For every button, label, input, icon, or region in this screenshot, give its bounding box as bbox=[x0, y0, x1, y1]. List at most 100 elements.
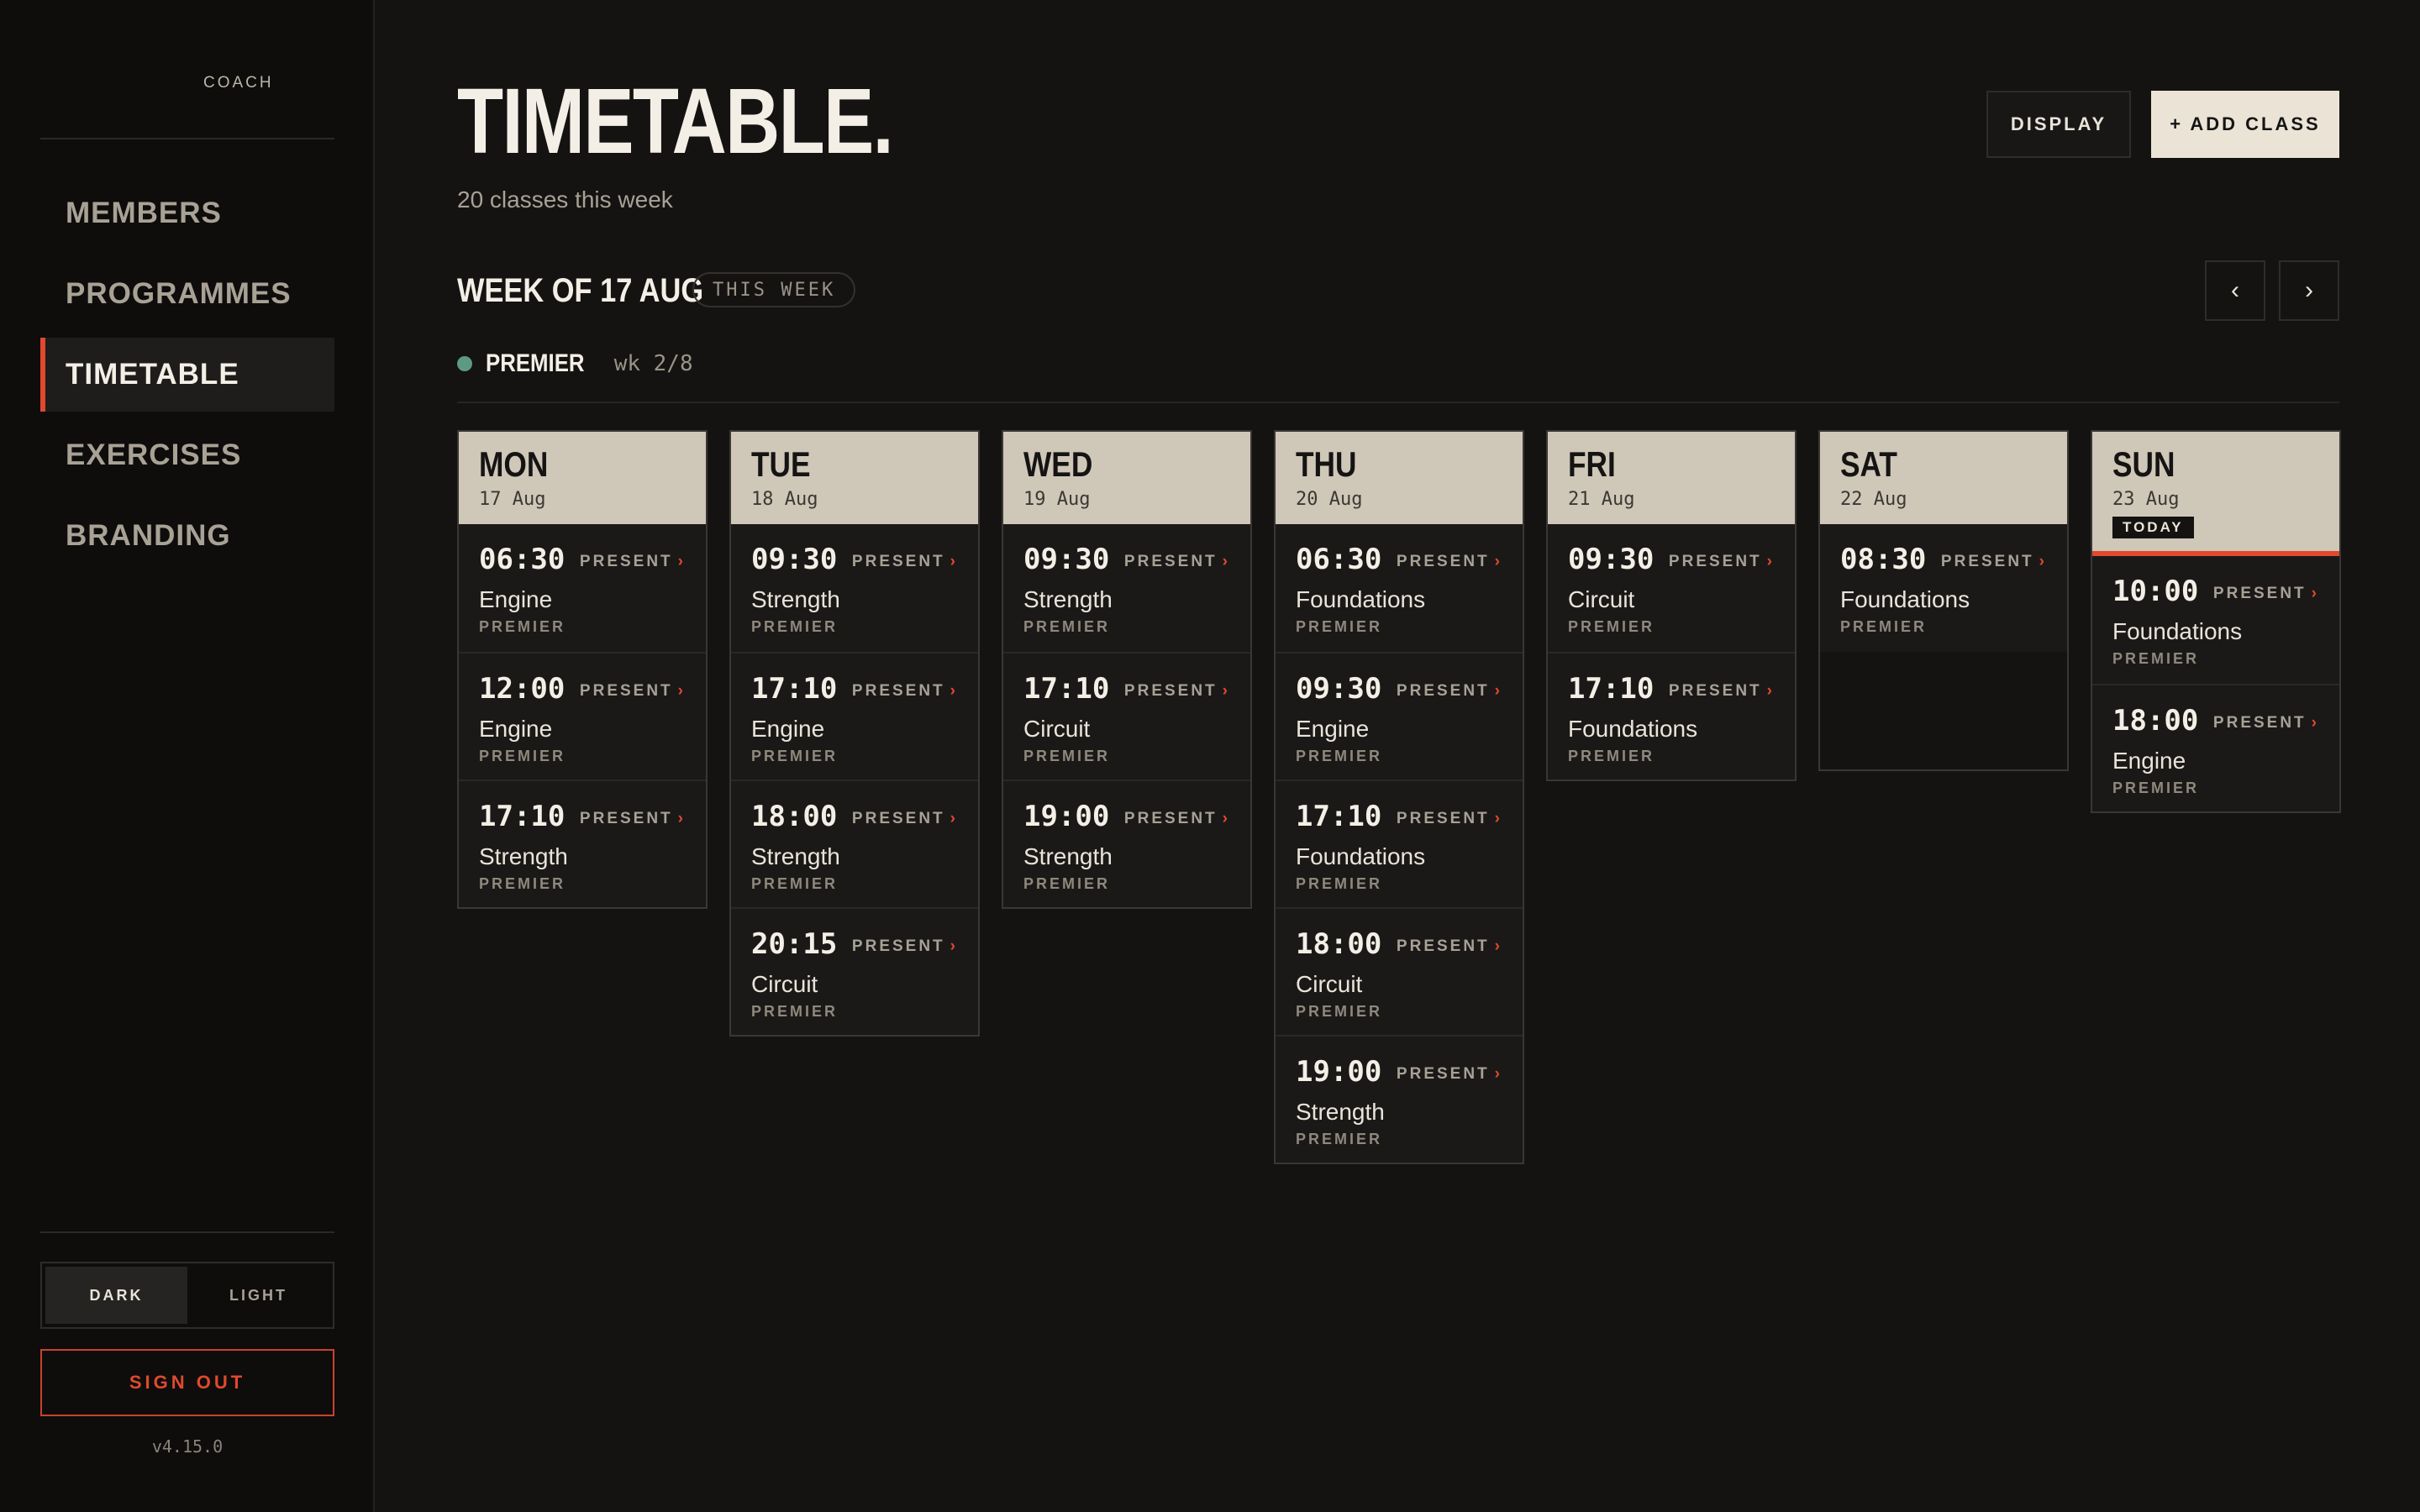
class-programme: PREMIER bbox=[1023, 618, 1111, 635]
present-label: PRESENT bbox=[1123, 682, 1218, 700]
present-link[interactable]: PRESENT › bbox=[580, 682, 686, 701]
present-label: PRESENT bbox=[1396, 1065, 1490, 1083]
class-list: 09:30 PRESENT › Strength PREMIER 17:10 PRESENT… bbox=[731, 524, 978, 1035]
class-list: 09:30 PRESENT › Strength PREMIER 17:10 PRESENT… bbox=[1003, 524, 1250, 907]
class-card[interactable]: 06:30 PRESENT › Engine PREMIER bbox=[459, 524, 706, 652]
present-link[interactable]: PRESENT › bbox=[1669, 682, 1775, 701]
class-card[interactable]: 18:00 PRESENT › Engine PREMIER bbox=[2092, 684, 2339, 811]
class-card[interactable]: 18:00 PRESENT › Circuit PREMIER bbox=[1276, 907, 1523, 1035]
day-column-sat: SAT 22 Aug 08:30 PRESENT › Foundations PREMIER bbox=[1818, 430, 2069, 771]
day-name: MON bbox=[479, 444, 549, 484]
class-card[interactable]: 20:15 PRESENT › Circuit PREMIER bbox=[731, 907, 978, 1035]
day-date: 17 Aug bbox=[479, 489, 546, 510]
class-name: Strength bbox=[751, 843, 840, 869]
empty-slot bbox=[1820, 652, 2067, 769]
present-link[interactable]: PRESENT › bbox=[1669, 553, 1775, 571]
present-link[interactable]: PRESENT › bbox=[2213, 585, 2319, 603]
class-programme: PREMIER bbox=[2112, 780, 2200, 796]
chevron-right-icon: › bbox=[1222, 553, 1230, 570]
class-card[interactable]: 17:10 PRESENT › Circuit PREMIER bbox=[1003, 652, 1250, 780]
class-programme: PREMIER bbox=[1023, 748, 1111, 764]
class-card[interactable]: 06:30 PRESENT › Foundations PREMIER bbox=[1276, 524, 1523, 652]
next-week-button[interactable]: › bbox=[2279, 260, 2339, 321]
day-column-fri: FRI 21 Aug 09:30 PRESENT › Circuit PREMIER 17:1… bbox=[1546, 430, 1797, 781]
present-label: PRESENT bbox=[851, 682, 945, 700]
class-card[interactable]: 19:00 PRESENT › Strength PREMIER bbox=[1276, 1035, 1523, 1163]
day-date: 20 Aug bbox=[1296, 489, 1363, 510]
class-card[interactable]: 17:10 PRESENT › Engine PREMIER bbox=[731, 652, 978, 780]
present-link[interactable]: PRESENT › bbox=[1397, 810, 1502, 828]
day-name: THU bbox=[1296, 444, 1357, 484]
week-label: WEEK OF 17 AUG bbox=[457, 272, 704, 309]
class-name: Circuit bbox=[1568, 586, 1635, 612]
class-card[interactable]: 09:30 PRESENT › Engine PREMIER bbox=[1276, 652, 1523, 780]
programme-week: wk 2/8 bbox=[613, 351, 693, 376]
day-date: 23 Aug bbox=[2112, 489, 2180, 510]
theme-light-option[interactable]: LIGHT bbox=[187, 1267, 329, 1324]
present-link[interactable]: PRESENT › bbox=[852, 682, 958, 701]
day-name: SUN bbox=[2112, 444, 2175, 484]
chevron-right-icon: › bbox=[950, 553, 958, 570]
chevron-right-icon: › bbox=[1766, 682, 1775, 700]
present-link[interactable]: PRESENT › bbox=[1124, 682, 1230, 701]
sidebar-item-programmes[interactable]: PROGRAMMES bbox=[40, 257, 334, 331]
display-button[interactable]: DISPLAY bbox=[1986, 91, 2131, 158]
class-card[interactable]: 17:10 PRESENT › Foundations PREMIER bbox=[1276, 780, 1523, 907]
class-card[interactable]: 10:00 PRESENT › Foundations PREMIER bbox=[2092, 556, 2339, 684]
theme-dark-option[interactable]: DARK bbox=[45, 1267, 187, 1324]
sidebar-item-exercises[interactable]: EXERCISES bbox=[40, 418, 334, 492]
class-name: Strength bbox=[1296, 1099, 1385, 1125]
sidebar-item-timetable[interactable]: TIMETABLE bbox=[40, 338, 334, 412]
present-link[interactable]: PRESENT › bbox=[2213, 714, 2319, 732]
day-name: SAT bbox=[1840, 444, 1897, 484]
add-class-button[interactable]: + ADD CLASS bbox=[2151, 91, 2339, 158]
present-link[interactable]: PRESENT › bbox=[1397, 937, 1502, 956]
sidebar-item-members[interactable]: MEMBERS bbox=[40, 176, 334, 250]
brand-label: COACH bbox=[203, 74, 274, 92]
present-link[interactable]: PRESENT › bbox=[852, 553, 958, 571]
class-list: 10:00 PRESENT › Foundations PREMIER 18:00 PRES… bbox=[2092, 556, 2339, 811]
class-name: Foundations bbox=[1840, 586, 1970, 612]
sign-out-button[interactable]: SIGN OUT bbox=[40, 1349, 334, 1416]
divider bbox=[457, 402, 2339, 403]
day-date: 21 Aug bbox=[1568, 489, 1635, 510]
chevron-left-icon: ‹ bbox=[2231, 276, 2239, 304]
present-link[interactable]: PRESENT › bbox=[852, 810, 958, 828]
day-name: FRI bbox=[1568, 444, 1616, 484]
class-card[interactable]: 09:30 PRESENT › Strength PREMIER bbox=[731, 524, 978, 652]
present-link[interactable]: PRESENT › bbox=[580, 553, 686, 571]
class-card[interactable]: 08:30 PRESENT › Foundations PREMIER bbox=[1820, 524, 2067, 652]
class-card[interactable]: 09:30 PRESENT › Strength PREMIER bbox=[1003, 524, 1250, 652]
present-link[interactable]: PRESENT › bbox=[1124, 553, 1230, 571]
class-card[interactable]: 09:30 PRESENT › Circuit PREMIER bbox=[1548, 524, 1795, 652]
present-link[interactable]: PRESENT › bbox=[1124, 810, 1230, 828]
day-header: SUN 23 Aug TODAY bbox=[2092, 432, 2339, 556]
present-link[interactable]: PRESENT › bbox=[580, 810, 686, 828]
day-header: MON 17 Aug bbox=[459, 432, 706, 524]
present-link[interactable]: PRESENT › bbox=[1941, 553, 2047, 571]
present-link[interactable]: PRESENT › bbox=[1397, 1065, 1502, 1084]
class-card[interactable]: 18:00 PRESENT › Strength PREMIER bbox=[731, 780, 978, 907]
class-card[interactable]: 19:00 PRESENT › Strength PREMIER bbox=[1003, 780, 1250, 907]
class-card[interactable]: 17:10 PRESENT › Strength PREMIER bbox=[459, 780, 706, 907]
sidebar-item-branding[interactable]: BRANDING bbox=[40, 499, 334, 573]
prev-week-button[interactable]: ‹ bbox=[2205, 260, 2265, 321]
class-card[interactable]: 12:00 PRESENT › Engine PREMIER bbox=[459, 652, 706, 780]
class-name: Circuit bbox=[751, 971, 818, 997]
present-link[interactable]: PRESENT › bbox=[1397, 682, 1502, 701]
day-name: TUE bbox=[751, 444, 811, 484]
present-link[interactable]: PRESENT › bbox=[1397, 553, 1502, 571]
programme-name: PREMIER bbox=[486, 349, 585, 377]
present-label: PRESENT bbox=[2212, 714, 2307, 732]
sidebar-divider-top bbox=[40, 138, 334, 139]
day-column-tue: TUE 18 Aug 09:30 PRESENT › Strength PREMIER 17:… bbox=[729, 430, 980, 1037]
day-date: 22 Aug bbox=[1840, 489, 1907, 510]
present-link[interactable]: PRESENT › bbox=[852, 937, 958, 956]
class-programme: PREMIER bbox=[751, 875, 839, 892]
day-column-mon: MON 17 Aug 06:30 PRESENT › Engine PREMIER 12:00… bbox=[457, 430, 708, 909]
chevron-right-icon: › bbox=[1494, 1065, 1502, 1083]
class-card[interactable]: 17:10 PRESENT › Foundations PREMIER bbox=[1548, 652, 1795, 780]
class-programme: PREMIER bbox=[1296, 748, 1383, 764]
class-name: Foundations bbox=[2112, 618, 2243, 644]
chevron-right-icon: › bbox=[1222, 682, 1230, 700]
